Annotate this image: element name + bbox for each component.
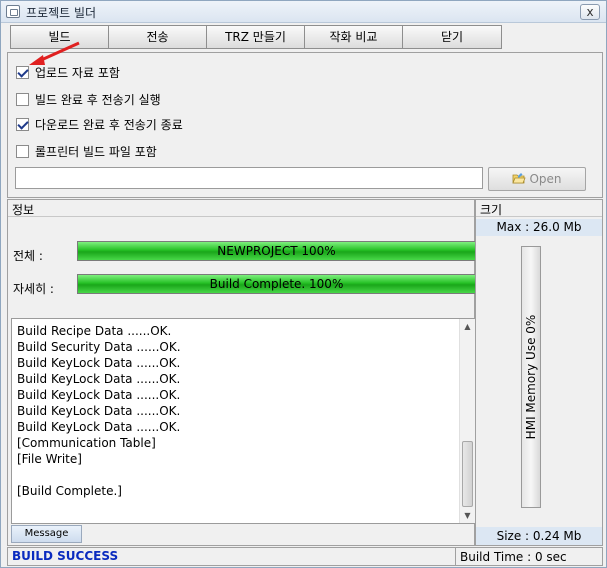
build-result: BUILD SUCCESS	[12, 549, 119, 563]
tab-close[interactable]: 닫기	[402, 25, 502, 49]
size-panel: 크기 Max : 26.0 Mb HMI Memory Use 0% Size …	[475, 199, 603, 546]
scroll-thumb[interactable]	[462, 441, 473, 507]
scroll-down-icon[interactable]: ▼	[460, 508, 475, 523]
status-divider	[455, 548, 456, 565]
log-line: Build KeyLock Data ......OK.	[17, 388, 181, 402]
log-line: [Build Complete.]	[17, 484, 122, 498]
annotation-arrow-icon	[29, 41, 80, 65]
file-path-input[interactable]	[15, 167, 483, 189]
total-label: 전체 :	[13, 249, 43, 263]
memory-use-bar: HMI Memory Use 0%	[521, 246, 541, 508]
title-bar: 프로젝트 빌더 x	[1, 1, 606, 23]
checkbox-label: 다운로드 완료 후 전송기 종료	[35, 117, 183, 132]
open-button[interactable]: Open	[488, 167, 586, 191]
log-line: [Communication Table]	[17, 436, 156, 450]
tab-label: 전송	[146, 30, 169, 44]
max-size: Max : 26.0 Mb	[476, 219, 602, 236]
build-time: Build Time : 0 sec	[460, 550, 567, 564]
option-include-roll-printer-build-file[interactable]: 롤프린터 빌드 파일 포함	[16, 143, 157, 159]
close-icon: x	[586, 5, 594, 19]
total-progress-text: NEWPROJECT 100%	[217, 244, 336, 258]
divider	[8, 216, 474, 217]
status-bar: BUILD SUCCESS Build Time : 0 sec	[7, 547, 603, 566]
checkbox[interactable]	[16, 117, 29, 131]
detail-progress-text: Build Complete. 100%	[209, 277, 344, 291]
app-window-icon[interactable]	[6, 5, 20, 18]
tab-make-trz[interactable]: TRZ 만들기	[206, 25, 305, 49]
checkbox[interactable]	[16, 92, 29, 106]
window-title: 프로젝트 빌더	[26, 6, 97, 20]
info-panel: 정보 전체 : NEWPROJECT 100% 자세히 : Build Comp…	[7, 199, 476, 546]
close-button[interactable]: x	[580, 4, 600, 20]
log-line: Build Security Data ......OK.	[17, 340, 181, 354]
option-close-transfer-after-download[interactable]: 다운로드 완료 후 전송기 종료	[16, 116, 183, 132]
log-line: Build Recipe Data ......OK.	[17, 324, 172, 338]
tab-screen-compare[interactable]: 작화 비교	[304, 25, 403, 49]
checkbox[interactable]	[16, 144, 29, 158]
total-progress-bar: NEWPROJECT 100%	[77, 241, 476, 261]
option-run-transfer-after-build[interactable]: 빌드 완료 후 전송기 실행	[16, 91, 161, 107]
open-button-label: Open	[529, 172, 562, 186]
log-lines: Build Recipe Data ......OK. Build Securit…	[17, 323, 181, 499]
divider	[476, 216, 602, 217]
message-tab[interactable]: Message	[11, 525, 82, 543]
log-line: Build KeyLock Data ......OK.	[17, 420, 181, 434]
scroll-up-icon[interactable]: ▲	[460, 319, 475, 334]
tab-label: 작화 비교	[329, 30, 378, 44]
tab-transfer[interactable]: 전송	[108, 25, 207, 49]
detail-progress-bar: Build Complete. 100%	[77, 274, 476, 294]
log-line: Build KeyLock Data ......OK.	[17, 372, 181, 386]
detail-label: 자세히 :	[13, 282, 54, 296]
folder-open-icon	[512, 173, 527, 184]
checkbox-label: 롤프린터 빌드 파일 포함	[35, 144, 157, 159]
options-panel: 업로드 자료 포함 빌드 완료 후 전송기 실행 다운로드 완료 후 전송기 종…	[7, 52, 603, 198]
tab-label: TRZ 만들기	[225, 30, 286, 44]
log-line: Build KeyLock Data ......OK.	[17, 404, 181, 418]
log-line: [File Write]	[17, 452, 82, 466]
checkbox-label: 빌드 완료 후 전송기 실행	[35, 92, 161, 107]
log-line: Build KeyLock Data ......OK.	[17, 356, 181, 370]
project-builder-window: 프로젝트 빌더 x 빌드 전송 TRZ 만들기 작화 비교 닫기 업로드 자료 …	[0, 0, 607, 568]
log-scrollbar[interactable]: ▲ ▼	[459, 319, 475, 523]
current-size: Size : 0.24 Mb	[476, 527, 602, 545]
tab-label: 닫기	[440, 30, 464, 44]
memory-use-text: HMI Memory Use 0%	[524, 314, 538, 440]
build-log[interactable]: Build Recipe Data ......OK. Build Securit…	[11, 318, 476, 524]
